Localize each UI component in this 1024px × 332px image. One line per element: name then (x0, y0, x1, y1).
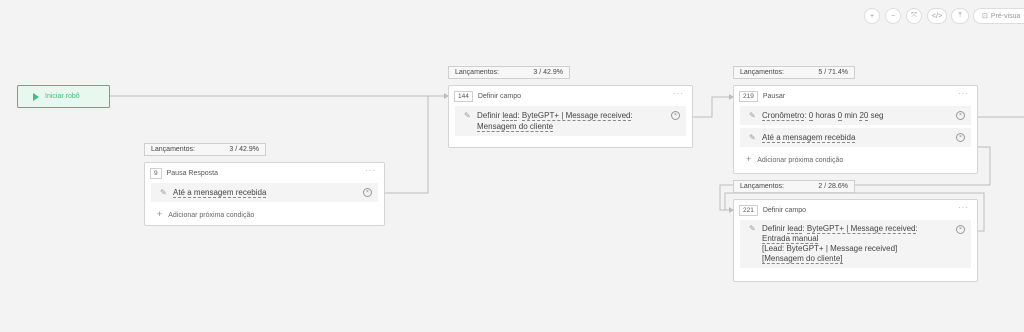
add-condition-button[interactable]: + Adicionar próxima condição (734, 150, 977, 168)
start-robot-button[interactable]: Iniciar robô (17, 85, 110, 108)
expand-icon: ⤧ (911, 12, 917, 19)
pencil-icon: ✎ (464, 111, 471, 120)
text: : (630, 111, 633, 120)
zoom-in-button[interactable]: + (864, 8, 880, 24)
node-title: Pausa Resposta (166, 169, 218, 177)
start-label: Iniciar robô (45, 93, 80, 100)
more-icon[interactable]: ··· (958, 203, 969, 212)
stat-label: Lançamentos: (151, 146, 195, 153)
condition-text: Até a mensagem recebida (762, 133, 856, 143)
node-set-field-144[interactable]: 144 Definir campo ··· ✎ Definir lead: By… (448, 85, 693, 148)
launch-stats: Lançamentos: 3 / 42.9% (448, 66, 570, 79)
output-connector-icon[interactable]: × (956, 225, 965, 234)
minutes-unit: min (844, 111, 858, 120)
stat-value: 5 / 71.4% (818, 69, 848, 76)
text: Definir (477, 111, 503, 120)
stat-label: Lançamentos: (740, 183, 784, 190)
condition-row[interactable]: ✎ Até a mensagem recebida × (151, 183, 378, 202)
preview-button[interactable]: ⊡ Pré-visua (973, 8, 1024, 24)
play-icon (33, 92, 39, 101)
code-icon: </> (931, 12, 943, 20)
stat-value: 3 / 42.9% (229, 146, 259, 153)
node-header: 9 Pausa Resposta ··· (145, 163, 384, 183)
node-header: 221 Definir campo ··· (734, 200, 977, 220)
add-condition-button[interactable]: + Adicionar próxima condição (145, 205, 384, 223)
node-set-field-221[interactable]: 221 Definir campo ··· ✎ Definir lead: By… (733, 199, 978, 282)
launch-stats: Lançamentos: 3 / 42.9% (144, 143, 266, 156)
more-icon[interactable]: ··· (365, 166, 376, 175)
pencil-icon: ✎ (749, 224, 756, 233)
plus-icon: + (746, 154, 752, 164)
seconds-unit: seg (870, 111, 884, 120)
timer-row[interactable]: ✎ Cronômetro: 0 horas 0 min 20 seg × (740, 106, 971, 125)
fit-view-button[interactable]: ⤧ (906, 8, 922, 24)
field-value: [Mensagem do cliente] (762, 254, 843, 264)
field-source: ByteGPT+ | Message received (806, 224, 916, 234)
zoom-out-button[interactable]: − (885, 8, 901, 24)
stat-label: Lançamentos: (740, 69, 784, 76)
field-value: Entrada manual (762, 234, 819, 244)
timer-label: Cronômetro (762, 111, 805, 121)
node-id: 219 (739, 90, 758, 102)
node-id: 9 (150, 167, 162, 179)
condition-row[interactable]: ✎ Até a mensagem recebida × (740, 128, 971, 147)
text: Definir (762, 224, 788, 233)
field-source: ByteGPT+ | Message received (521, 111, 631, 121)
robot-icon: ⊡ (982, 13, 988, 20)
plus-icon: + (869, 12, 875, 20)
stat-label: Lançamentos: (455, 69, 499, 76)
condition-text: Até a mensagem recebida (173, 188, 267, 198)
output-connector-icon[interactable]: × (956, 133, 965, 142)
output-connector-icon[interactable]: × (363, 188, 372, 197)
preview-label: Pré-visua (990, 12, 1021, 20)
stat-value: 2 / 28.6% (818, 183, 848, 190)
minutes-value: 0 (837, 111, 843, 121)
add-condition-label: Adicionar próxima condição (168, 212, 255, 219)
output-connector-icon[interactable]: × (956, 111, 965, 120)
node-header: 144 Definir campo ··· (449, 86, 692, 106)
code-button[interactable]: </> (927, 8, 947, 24)
field-value: Mensagem do cliente (477, 122, 554, 132)
pencil-icon: ✎ (749, 133, 756, 142)
text: : (804, 111, 807, 120)
launch-stats: Lançamentos: 5 / 71.4% (733, 66, 855, 79)
pencil-icon: ✎ (749, 111, 756, 120)
node-pause-219[interactable]: 219 Pausar ··· ✎ Cronômetro: 0 horas 0 m… (733, 85, 978, 174)
minus-icon: − (890, 12, 896, 20)
text: : (915, 224, 918, 233)
more-icon[interactable]: ··· (958, 89, 969, 98)
node-header: 219 Pausar ··· (734, 86, 977, 106)
set-field-row[interactable]: ✎ Definir lead: ByteGPT+ | Message recei… (740, 220, 971, 268)
hours-value: 0 (808, 111, 814, 121)
add-condition-label: Adicionar próxima condição (757, 157, 844, 164)
plus-icon: + (157, 209, 163, 219)
field-name: lead (787, 224, 803, 234)
pencil-icon: ✎ (160, 188, 167, 197)
set-field-row[interactable]: ✎ Definir lead: ByteGPT+ | Message recei… (455, 106, 686, 136)
stat-value: 3 / 42.9% (533, 69, 563, 76)
output-connector-icon[interactable]: × (671, 111, 680, 120)
node-title: Definir campo (477, 92, 522, 100)
field-value: [Lead: ByteGPT+ | Message received] (762, 244, 898, 253)
export-button[interactable]: ⤒ (951, 8, 969, 24)
seconds-value: 20 (859, 111, 869, 121)
node-title: Pausar (762, 92, 786, 100)
launch-stats: Lançamentos: 2 / 28.6% (733, 180, 855, 193)
node-id: 144 (454, 90, 473, 102)
field-name: lead (502, 111, 518, 121)
upload-icon: ⤒ (958, 12, 962, 19)
hours-unit: horas (815, 111, 836, 120)
node-id: 221 (739, 204, 758, 216)
node-title: Definir campo (762, 206, 807, 214)
node-pause-response[interactable]: 9 Pausa Resposta ··· ✎ Até a mensagem re… (144, 162, 385, 226)
more-icon[interactable]: ··· (673, 89, 684, 98)
